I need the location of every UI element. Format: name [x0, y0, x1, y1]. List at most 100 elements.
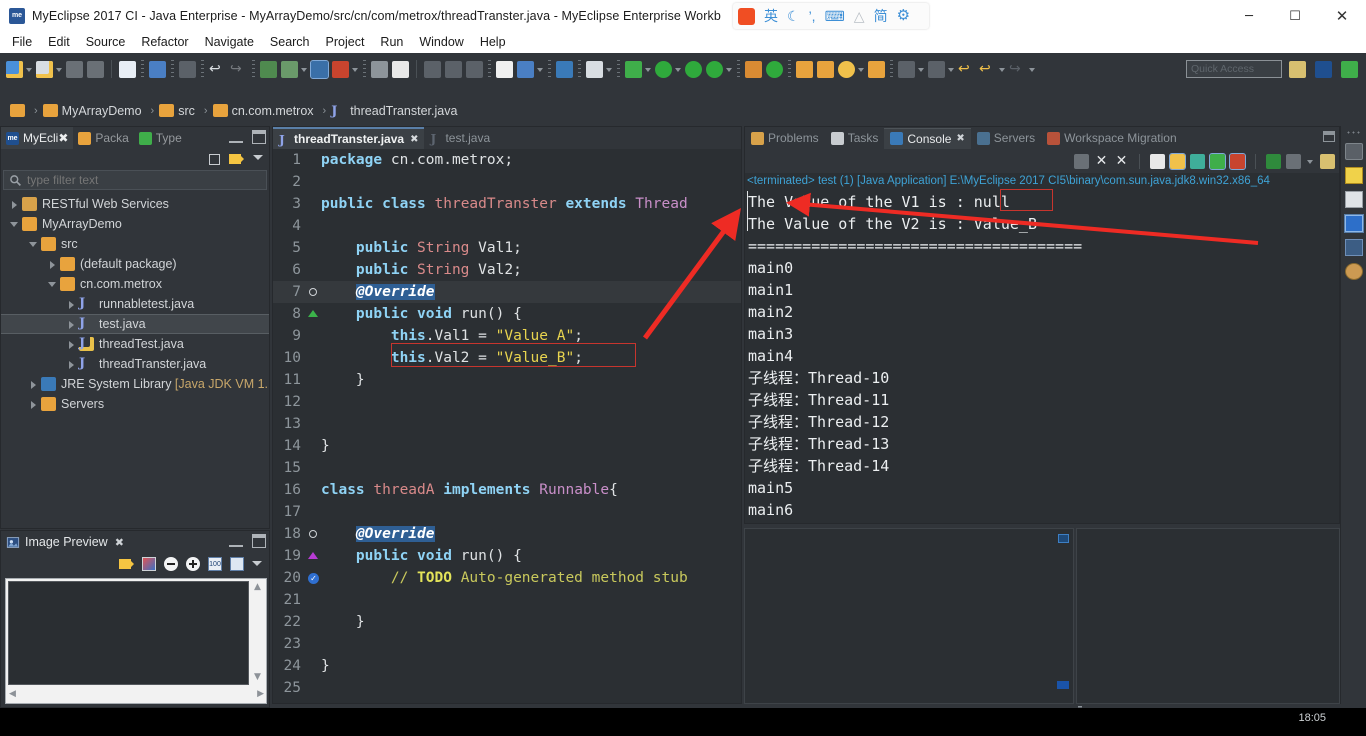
open-resource-icon[interactable] [796, 60, 813, 78]
maximize-view-icon[interactable] [252, 534, 266, 548]
toolbar-grip[interactable] [363, 60, 366, 78]
image-preview-hscrollbar[interactable]: ◀ ▶ [7, 687, 266, 702]
line-marker[interactable] [307, 369, 321, 391]
menu-run[interactable]: Run [372, 32, 411, 53]
console-tab-servers[interactable]: Servers [971, 128, 1041, 149]
edit-pencil-icon[interactable] [392, 60, 409, 78]
close-button[interactable]: ✕ [1318, 0, 1366, 32]
close-icon[interactable]: ✖ [58, 131, 68, 145]
minimize-button[interactable]: ─ [1226, 0, 1272, 32]
scroll-lock-icon[interactable] [1169, 152, 1186, 170]
servers-view-icon[interactable] [1344, 239, 1363, 256]
grid-dropdown-icon[interactable] [351, 61, 360, 77]
deploy-icon[interactable] [179, 60, 196, 78]
scroll-up-icon[interactable]: ▲ [250, 582, 265, 592]
zoom-in-icon[interactable] [186, 557, 200, 571]
code-text[interactable]: @Override [321, 523, 741, 545]
expand-arrow-icon[interactable] [28, 239, 39, 250]
console-tab-problems[interactable]: Problems [745, 128, 825, 149]
next-dropdown-icon[interactable] [917, 61, 926, 77]
code-line[interactable]: 18 @Override [273, 523, 741, 545]
filter-input[interactable] [27, 173, 263, 187]
console-tab-console[interactable]: Console ✖ [884, 127, 971, 149]
toolbar-grip[interactable] [252, 60, 255, 78]
menu-file[interactable]: File [4, 32, 40, 53]
new-console-view-icon[interactable] [1320, 153, 1335, 169]
code-line[interactable]: 6 public String Val2; [273, 259, 741, 281]
terminate-icon[interactable] [1074, 153, 1089, 169]
ime-logo-icon[interactable] [738, 7, 755, 25]
display-selected-console-icon[interactable] [1229, 152, 1246, 170]
perspective-add-icon[interactable] [1289, 61, 1306, 78]
line-marker[interactable] [307, 347, 321, 369]
ime-english-icon[interactable]: 英 [764, 3, 778, 29]
next-annotation-icon[interactable] [898, 60, 915, 78]
toolbar-grip[interactable] [578, 60, 581, 78]
expand-arrow-icon[interactable] [66, 319, 77, 330]
line-marker[interactable] [307, 435, 321, 457]
code-line[interactable]: 17 [273, 501, 741, 523]
line-marker[interactable] [307, 501, 321, 523]
console-view-icon[interactable] [1343, 214, 1364, 233]
debug-dropdown-icon[interactable] [644, 61, 653, 77]
forward-icon[interactable]: ↪ [230, 61, 247, 78]
prev-annotation-icon[interactable] [928, 60, 945, 78]
menu-search[interactable]: Search [262, 32, 318, 53]
pin-console-icon[interactable] [1209, 152, 1226, 170]
explorer-tab-myecli[interactable]: me MyEcli ✖ [1, 127, 74, 149]
perspective-grid-icon[interactable] [332, 60, 349, 78]
code-text[interactable]: class threadA implements Runnable{ [321, 479, 741, 501]
code-text[interactable] [321, 457, 741, 479]
search-icon[interactable] [838, 60, 855, 78]
line-marker[interactable] [307, 677, 321, 699]
code-line[interactable]: 4 [273, 215, 741, 237]
filter-row[interactable] [3, 170, 267, 190]
indent-icon[interactable] [424, 60, 441, 78]
code-line[interactable]: 16 class threadA implements Runnable{ [273, 479, 741, 501]
db-browser-icon[interactable] [260, 60, 277, 78]
line-marker[interactable] [307, 281, 321, 303]
code-line[interactable]: 14} [273, 435, 741, 457]
maximize-view-icon[interactable] [1323, 131, 1335, 142]
expand-arrow-icon[interactable] [28, 379, 39, 390]
toolbar-grip[interactable] [890, 60, 893, 78]
profile-icon[interactable] [706, 60, 723, 78]
editor-tab-threadtranster-java[interactable]: JthreadTranster.java ✖ [273, 127, 425, 149]
line-marker[interactable] [307, 215, 321, 237]
close-icon[interactable]: ✖ [956, 133, 964, 144]
code-text[interactable]: public class threadTranster extends Thre… [321, 193, 741, 215]
menu-help[interactable]: Help [472, 32, 514, 53]
ime-punctuation-icon[interactable]: ’, [809, 3, 816, 29]
quick-access-field[interactable]: Quick Access [1186, 60, 1282, 78]
ime-toolbar[interactable]: 英 ☾ ’, ⌨ △ 简 ⚙ [733, 3, 929, 29]
line-marker[interactable] [307, 655, 321, 677]
line-marker[interactable] [307, 633, 321, 655]
code-text[interactable]: package cn.com.metrox; [321, 149, 741, 171]
fast-view-icon[interactable] [1344, 143, 1363, 160]
code-line[interactable]: 15 [273, 457, 741, 479]
link-with-editor-icon[interactable] [229, 154, 244, 164]
expand-arrow-icon[interactable] [9, 219, 20, 230]
code-line[interactable]: 21 [273, 589, 741, 611]
line-marker[interactable] [307, 237, 321, 259]
editor-body[interactable]: 1 package cn.com.metrox; 2 3 public class th… [273, 149, 741, 703]
open-console-icon[interactable] [1266, 153, 1281, 169]
code-text[interactable] [321, 677, 741, 699]
snippet-icon[interactable] [371, 60, 388, 78]
toolbar-grip[interactable] [737, 60, 740, 78]
minimize-view-icon[interactable] [229, 133, 243, 143]
toolbar-grip[interactable] [171, 60, 174, 78]
view-menu-icon[interactable] [252, 557, 264, 571]
code-text[interactable] [321, 413, 741, 435]
expand-arrow-icon[interactable] [47, 279, 58, 290]
outline-icon[interactable] [1344, 167, 1363, 184]
code-line[interactable]: 3 public class threadTranster extends Thr… [273, 193, 741, 215]
code-line[interactable]: 1 package cn.com.metrox; [273, 149, 741, 171]
ime-moon-icon[interactable]: ☾ [787, 3, 800, 29]
new-wizard-dropdown-icon[interactable] [25, 61, 34, 77]
image-preview-vscrollbar[interactable]: ▲ ▼ [250, 580, 265, 686]
line-marker[interactable] [307, 479, 321, 501]
expand-arrow-icon[interactable] [9, 199, 20, 210]
code-line[interactable]: 25 [273, 677, 741, 699]
java-file-icon[interactable]: J [331, 104, 346, 119]
